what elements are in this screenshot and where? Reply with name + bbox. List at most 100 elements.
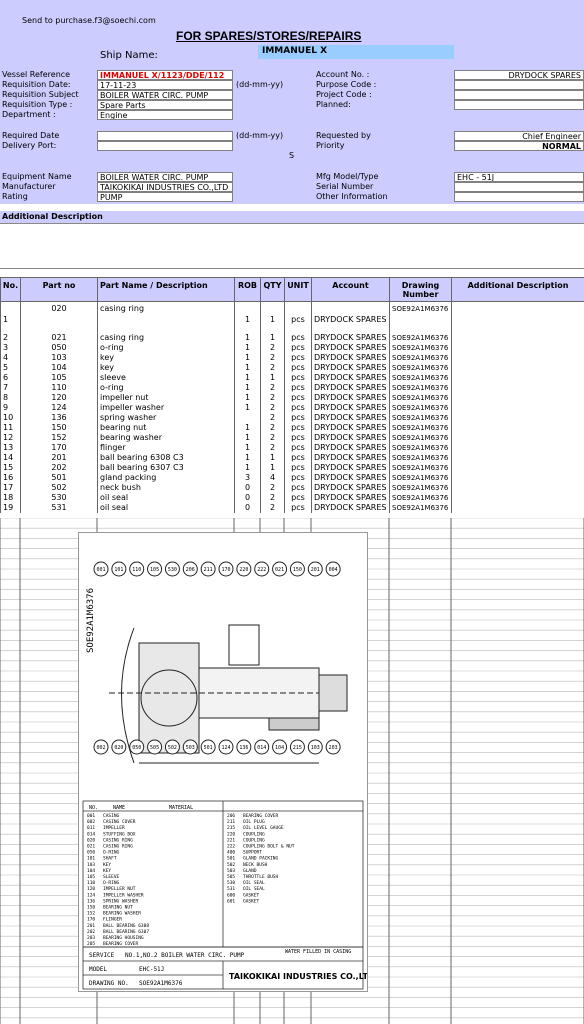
cell-unit[interactable]: pcs <box>284 472 312 483</box>
cell-drawing-number[interactable]: SOE92A1M6376 <box>389 462 452 473</box>
cell-qty[interactable]: 1 <box>260 452 285 463</box>
cell-account[interactable]: DRYDOCK SPARES <box>311 462 390 473</box>
cell-part-name[interactable]: o-ring <box>97 342 235 353</box>
table-row[interactable]: 17 502 neck bush 0 2 pcs DRYDOCK SPARES SOE92A1… <box>0 482 584 493</box>
cell-additional-description[interactable] <box>451 352 584 363</box>
cell-qty[interactable]: 1 <box>260 372 285 383</box>
cell-unit[interactable]: pcs <box>284 502 312 513</box>
cell-additional-description[interactable] <box>451 402 584 413</box>
cell-rob[interactable]: 1 <box>234 462 261 473</box>
cell-additional-description[interactable] <box>451 382 584 393</box>
department-field[interactable]: Engine <box>97 110 233 120</box>
cell-additional-description[interactable] <box>451 301 584 333</box>
table-row[interactable]: 8 120 impeller nut 1 2 pcs DRYDOCK SPARES SOE92… <box>0 392 584 403</box>
cell-qty[interactable]: 2 <box>260 342 285 353</box>
cell-rob[interactable]: 1 <box>234 422 261 433</box>
table-row[interactable]: 11 150 bearing nut 1 2 pcs DRYDOCK SPARES SOE92… <box>0 422 584 433</box>
cell-part-no[interactable]: 170 <box>20 442 98 453</box>
cell-qty[interactable]: 2 <box>260 382 285 393</box>
table-row[interactable]: 2 021 casing ring 1 1 pcs DRYDOCK SPARES SOE92A… <box>0 332 584 343</box>
cell-part-name[interactable]: flinger <box>97 442 235 453</box>
cell-account[interactable]: DRYDOCK SPARES <box>311 372 390 383</box>
cell-unit[interactable]: pcs <box>284 342 312 353</box>
cell-unit[interactable]: pcs <box>284 372 312 383</box>
requisition-subject-field[interactable]: BOILER WATER CIRC. PUMP <box>97 90 233 100</box>
cell-part-name[interactable]: casing ring <box>97 301 235 333</box>
table-row[interactable]: 12 152 bearing washer 1 2 pcs DRYDOCK SPARES SO… <box>0 432 584 443</box>
cell-account[interactable]: DRYDOCK SPARES <box>311 412 390 423</box>
cell-additional-description[interactable] <box>451 442 584 453</box>
table-row[interactable]: 13 170 flinger 1 2 pcs DRYDOCK SPARES SOE92A1M6… <box>0 442 584 453</box>
cell-rob[interactable]: 0 <box>234 492 261 503</box>
cell-part-no[interactable]: 105 <box>20 372 98 383</box>
cell-part-name[interactable]: gland packing <box>97 472 235 483</box>
cell-unit[interactable]: pcs <box>284 362 312 373</box>
table-row[interactable]: 16 501 gland packing 3 4 pcs DRYDOCK SPARES SOE… <box>0 472 584 483</box>
cell-account[interactable]: DRYDOCK SPARES <box>311 502 390 513</box>
cell-rob[interactable]: 1 <box>234 372 261 383</box>
cell-no[interactable]: 2 <box>0 332 21 343</box>
cell-unit[interactable]: pcs <box>284 452 312 463</box>
cell-unit[interactable]: pcs <box>284 412 312 423</box>
cell-part-no[interactable]: 110 <box>20 382 98 393</box>
cell-part-no[interactable]: 120 <box>20 392 98 403</box>
cell-qty[interactable]: 2 <box>260 422 285 433</box>
cell-drawing-number[interactable]: SOE92A1M6376 <box>389 392 452 403</box>
cell-part-no[interactable]: 202 <box>20 462 98 473</box>
cell-part-name[interactable]: spring washer <box>97 412 235 423</box>
cell-part-name[interactable]: key <box>97 352 235 363</box>
cell-part-name[interactable]: ball bearing 6308 C3 <box>97 452 235 463</box>
cell-account[interactable]: DRYDOCK SPARES <box>311 472 390 483</box>
cell-part-no[interactable]: 103 <box>20 352 98 363</box>
table-row[interactable]: 18 530 oil seal 0 2 pcs DRYDOCK SPARES SOE92A1M… <box>0 492 584 503</box>
cell-account[interactable]: DRYDOCK SPARES <box>311 301 390 333</box>
cell-part-name[interactable]: bearing washer <box>97 432 235 443</box>
requisition-date-field[interactable]: 17-11-23 <box>97 80 233 90</box>
rating-field[interactable]: PUMP <box>97 192 233 202</box>
cell-drawing-number[interactable]: SOE92A1M6376 <box>389 352 452 363</box>
cell-part-name[interactable]: impeller washer <box>97 402 235 413</box>
cell-account[interactable]: DRYDOCK SPARES <box>311 362 390 373</box>
table-row[interactable]: 19 531 oil seal 0 2 pcs DRYDOCK SPARES SOE92A1M… <box>0 502 584 513</box>
cell-rob[interactable]: 1 <box>234 392 261 403</box>
cell-no[interactable]: 9 <box>0 402 21 413</box>
requisition-type-field[interactable]: Spare Parts <box>97 100 233 110</box>
account-no-field[interactable]: DRYDOCK SPARES <box>454 70 584 80</box>
cell-no[interactable]: 5 <box>0 362 21 373</box>
cell-no[interactable]: 11 <box>0 422 21 433</box>
cell-rob[interactable]: 1 <box>234 442 261 453</box>
cell-additional-description[interactable] <box>451 362 584 373</box>
cell-additional-description[interactable] <box>451 332 584 343</box>
cell-part-name[interactable]: o-ring <box>97 382 235 393</box>
cell-no[interactable]: 17 <box>0 482 21 493</box>
cell-additional-description[interactable] <box>451 472 584 483</box>
cell-part-no[interactable]: 136 <box>20 412 98 423</box>
cell-qty[interactable]: 2 <box>260 502 285 513</box>
cell-part-name[interactable]: impeller nut <box>97 392 235 403</box>
cell-no[interactable]: 16 <box>0 472 21 483</box>
cell-account[interactable]: DRYDOCK SPARES <box>311 402 390 413</box>
cell-drawing-number[interactable]: SOE92A1M6376 <box>389 452 452 463</box>
cell-unit[interactable]: pcs <box>284 301 312 333</box>
cell-part-name[interactable]: oil seal <box>97 502 235 513</box>
mfg-model-field[interactable]: EHC - 51J <box>454 172 584 182</box>
cell-additional-description[interactable] <box>451 372 584 383</box>
cell-account[interactable]: DRYDOCK SPARES <box>311 392 390 403</box>
cell-rob[interactable]: 1 <box>234 432 261 443</box>
purpose-code-field[interactable] <box>454 80 584 90</box>
table-row[interactable]: 5 104 key 1 2 pcs DRYDOCK SPARES SOE92A1M6376 <box>0 362 584 373</box>
ship-name-field[interactable]: IMMANUEL X <box>258 45 454 59</box>
cell-rob[interactable]: 1 <box>234 332 261 343</box>
cell-rob[interactable]: 3 <box>234 472 261 483</box>
cell-no[interactable]: 3 <box>0 342 21 353</box>
required-date-field[interactable] <box>97 131 233 141</box>
cell-drawing-number[interactable]: SOE92A1M6376 <box>389 432 452 443</box>
cell-additional-description[interactable] <box>451 482 584 493</box>
cell-part-no[interactable]: 020 <box>20 301 98 333</box>
cell-account[interactable]: DRYDOCK SPARES <box>311 382 390 393</box>
cell-no[interactable]: 4 <box>0 352 21 363</box>
cell-part-no[interactable]: 124 <box>20 402 98 413</box>
cell-qty[interactable]: 2 <box>260 392 285 403</box>
cell-part-no[interactable]: 104 <box>20 362 98 373</box>
table-row[interactable]: 7 110 o-ring 1 2 pcs DRYDOCK SPARES SOE92A1M637… <box>0 382 584 393</box>
